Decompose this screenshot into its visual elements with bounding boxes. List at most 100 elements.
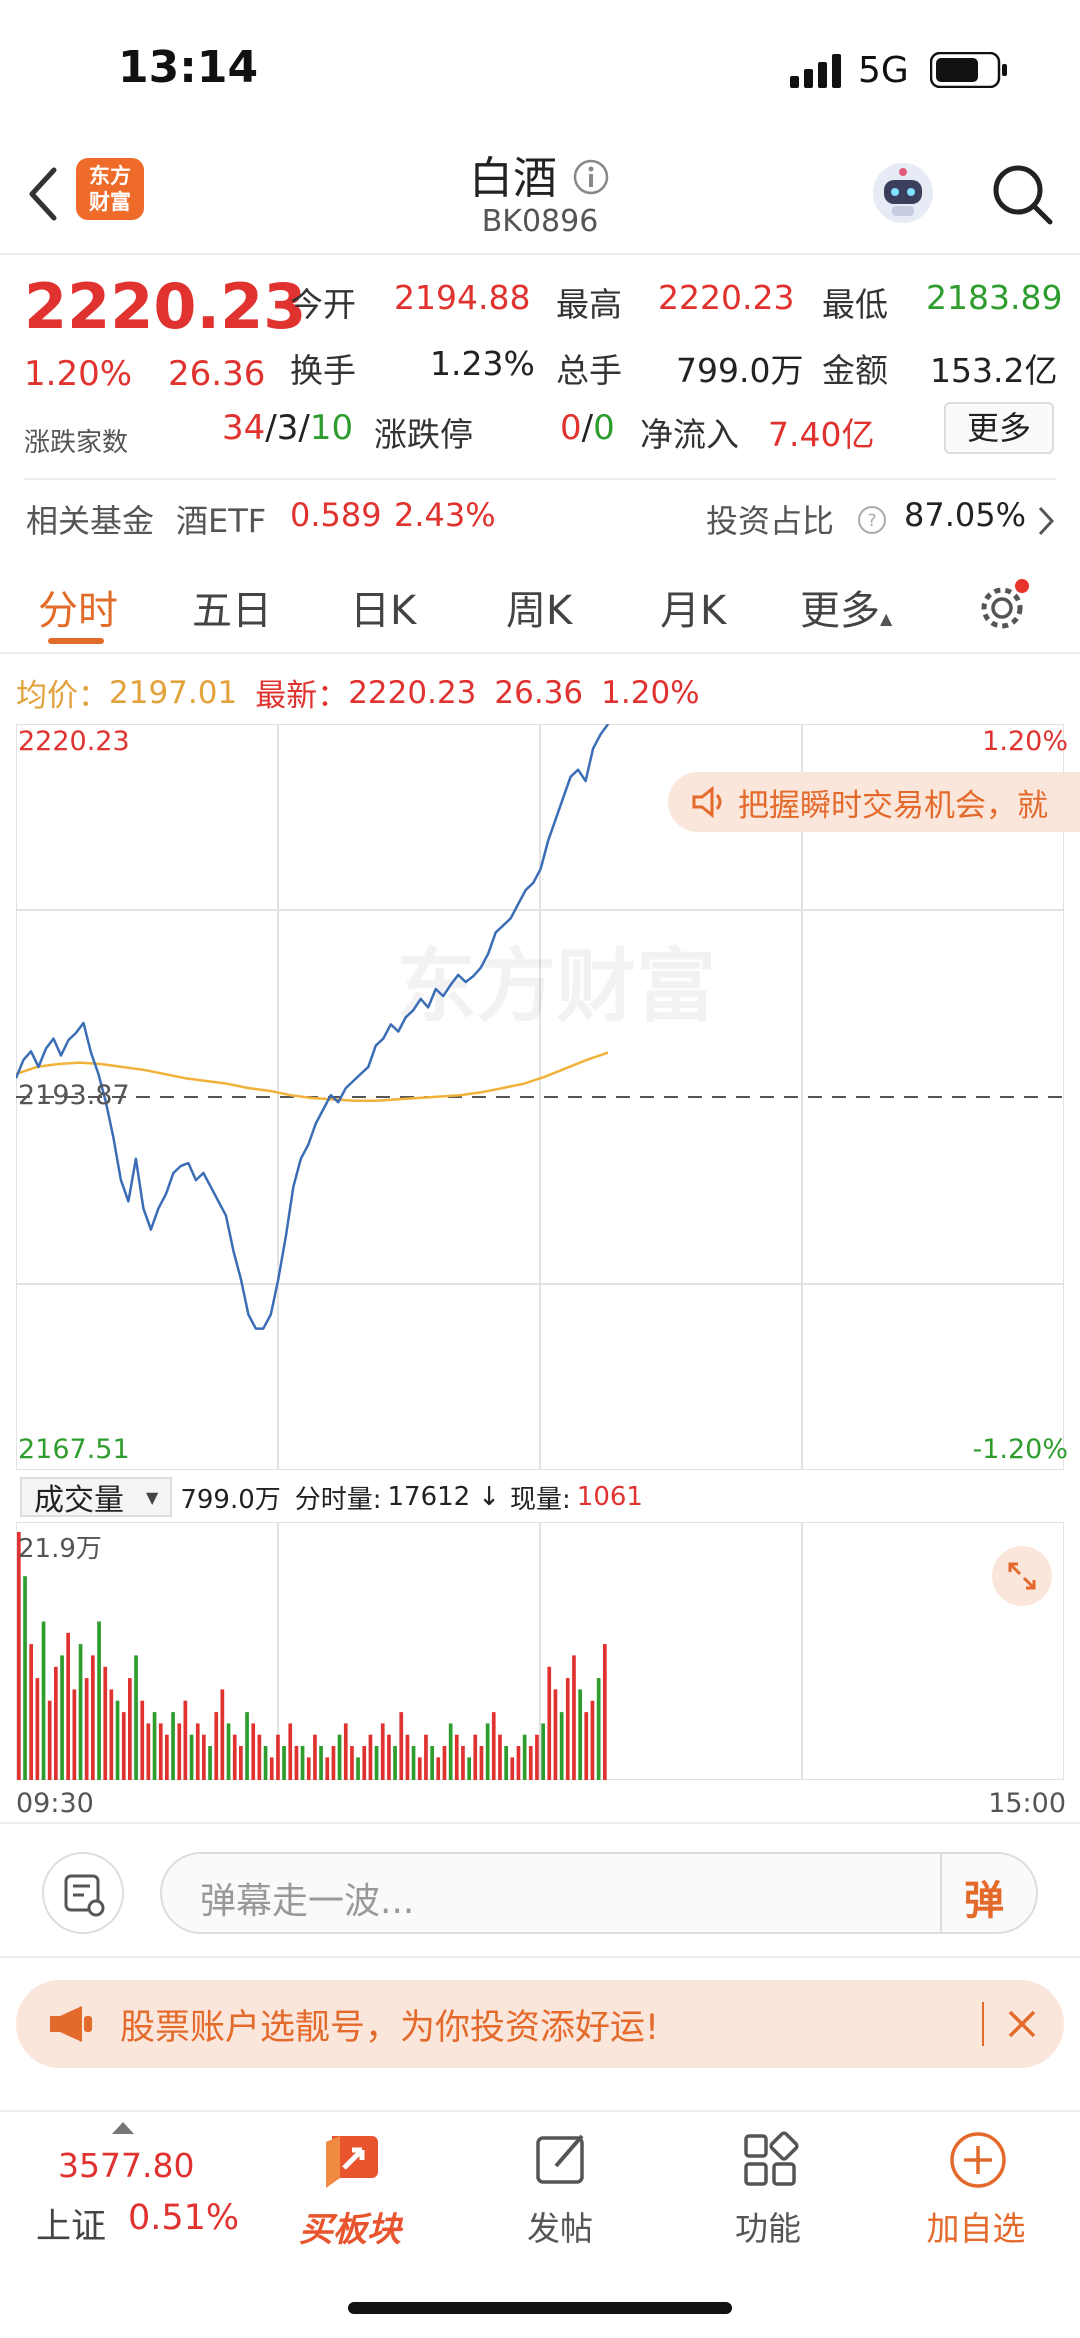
volume-bar (165, 1734, 169, 1780)
robot-assistant-icon[interactable] (870, 160, 936, 226)
tab-intraday[interactable]: 分时 (38, 578, 118, 636)
last-price: 2220.23 (24, 270, 307, 343)
volume-bar (226, 1723, 231, 1780)
volume-bar (97, 1621, 101, 1780)
fund-label: 相关基金 (26, 502, 155, 540)
high-value: 2220.23 (658, 278, 795, 317)
index-ticker[interactable]: 3577.80 上证 0.51% (0, 2112, 239, 2282)
volume-chart[interactable] (16, 1522, 1064, 1780)
tab-five-day[interactable]: 五日 (192, 578, 272, 636)
volume-bar (121, 1712, 126, 1780)
index-name: 上证 (36, 2207, 107, 2247)
limit-label: 涨跌停 (374, 415, 473, 454)
volume-bar (325, 1757, 330, 1780)
volume-bar (183, 1700, 188, 1780)
open-value: 2194.88 (394, 278, 531, 317)
volume-bar (158, 1723, 163, 1780)
limit-values: 0 / 0 (560, 408, 615, 448)
volume-bar (282, 1746, 286, 1780)
volume-bar (362, 1746, 367, 1780)
y-axis-top-label: 2220.23 (18, 726, 130, 757)
close-icon[interactable] (1004, 2006, 1040, 2042)
buy-sector-icon (326, 2136, 378, 2188)
tab-week-k[interactable]: 周K (506, 578, 572, 636)
chart-banner[interactable]: 把握瞬时交易机会，就 (668, 772, 1080, 832)
tab-more[interactable]: 更多▲ (800, 578, 892, 636)
search-icon[interactable] (990, 162, 1054, 226)
settings-icon[interactable] (976, 578, 1032, 634)
volume-bar (356, 1757, 360, 1780)
volume-bar (559, 1712, 564, 1780)
volume-bar (319, 1746, 323, 1780)
comment-list-button[interactable] (42, 1852, 124, 1934)
volume-bar (29, 1644, 33, 1780)
volume-bar (140, 1700, 145, 1780)
volume-bar (47, 1700, 52, 1780)
tab-month-k[interactable]: 月K (660, 578, 726, 636)
turnover-value: 1.23% (430, 344, 535, 383)
volume-bar (276, 1734, 280, 1780)
chart-tabs: 分时 五日 日K 周K 月K 更多▲ (0, 556, 1080, 654)
chevron-right-icon[interactable] (1034, 504, 1058, 538)
volume-bar (436, 1757, 441, 1780)
high-label: 最高 (556, 285, 622, 324)
promo-banner[interactable]: 股票账户选靓号，为你投资添好运! (16, 1980, 1064, 2068)
volume-bar (251, 1723, 256, 1780)
amount-value: 153.2亿 (930, 351, 1058, 390)
volume-bar (146, 1723, 151, 1780)
index-pct: 0.51% (128, 2198, 240, 2238)
nav-add-watchlist[interactable]: 加自选 (896, 2122, 1056, 2272)
fund-pct: 2.43% (394, 496, 496, 534)
signal-icon (790, 54, 841, 88)
volume-bar (473, 1734, 478, 1780)
volume-bar (578, 1689, 582, 1780)
volume-bar (220, 1689, 225, 1780)
nav-buy-sector[interactable]: 买板块 (270, 2122, 430, 2272)
more-button[interactable]: 更多 (944, 402, 1054, 454)
volume-bar (584, 1712, 589, 1780)
y-axis-bottom-label: 2167.51 (18, 1434, 130, 1465)
turnover-label: 换手 (290, 351, 356, 390)
price-chart[interactable]: 东方财富 (16, 724, 1064, 1470)
volume-bar (461, 1746, 465, 1780)
volume-bar (269, 1757, 274, 1780)
tab-day-k[interactable]: 日K (350, 578, 416, 636)
volume-bar (171, 1712, 175, 1780)
expand-button[interactable] (992, 1546, 1052, 1606)
volume-bar (152, 1712, 157, 1780)
volume-bar (337, 1734, 342, 1780)
volume-bar (350, 1746, 354, 1780)
volume-bar (504, 1746, 508, 1780)
expand-icon (1008, 1562, 1036, 1590)
y-axis-mid-label: 2193.87 (18, 1080, 130, 1111)
volume-selector[interactable]: 成交量 ▼ (20, 1477, 173, 1518)
volume-label: 总手 (556, 351, 622, 390)
volume-bar (35, 1678, 40, 1780)
info-icon[interactable] (571, 157, 611, 197)
volume-bar (380, 1723, 385, 1780)
low-value: 2183.89 (926, 278, 1063, 317)
volume-bar (516, 1746, 521, 1780)
help-icon[interactable]: ? (856, 504, 888, 536)
volume-bar (368, 1734, 373, 1780)
volume-max-label: 21.9万 (18, 1534, 102, 1564)
related-fund-row[interactable]: 相关基金 酒ETF 0.589 2.43% 投资占比 ? 87.05% (0, 484, 1080, 554)
inflow-value: 7.40亿 (768, 415, 875, 454)
fund-name: 酒ETF (176, 502, 267, 540)
x-axis-start: 09:30 (16, 1788, 94, 1819)
volume-bar (263, 1746, 268, 1780)
volume-bar (603, 1644, 607, 1780)
danmu-input[interactable]: 弹幕走一波... 弹 (160, 1852, 1038, 1934)
volume-bar (257, 1734, 262, 1780)
divider (24, 478, 1056, 480)
nav-post[interactable]: 发帖 (480, 2122, 640, 2272)
volume-bar (510, 1757, 515, 1780)
volume-bar (41, 1621, 46, 1780)
volume-bar (547, 1666, 552, 1780)
nav-functions[interactable]: 功能 (688, 2122, 848, 2272)
volume-bar (214, 1712, 219, 1780)
volume-bar (115, 1700, 120, 1780)
volume-bar (565, 1678, 570, 1780)
danmu-toggle[interactable]: 弹 (964, 1868, 1004, 1926)
volume-bar (294, 1746, 299, 1780)
